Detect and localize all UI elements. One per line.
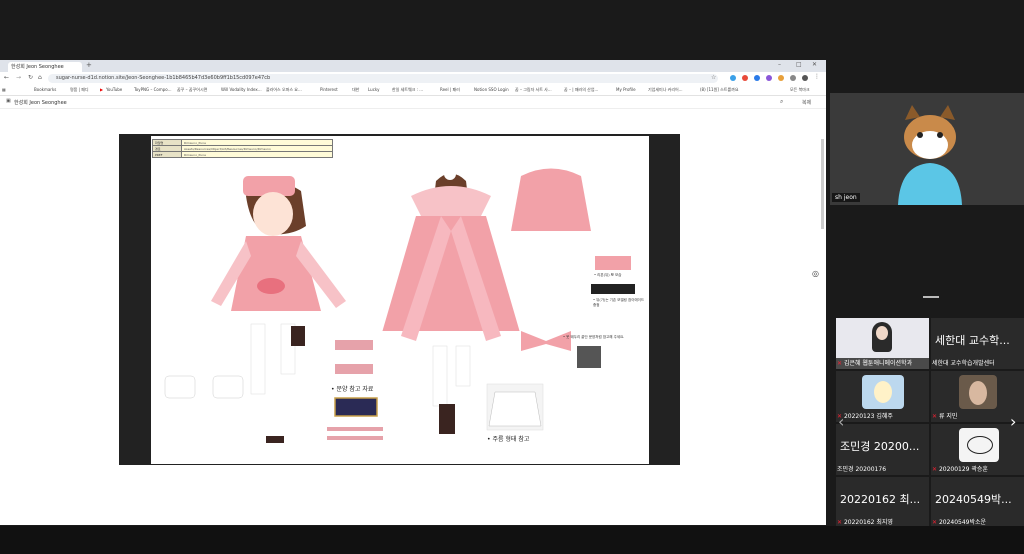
participant-grid: ✕ 김은혜 웹툰애니메이션학과 세한대 교수학... 세한대 교수학습개발센터 …	[836, 318, 1024, 530]
bookmark-item[interactable]: Lucky	[368, 86, 379, 94]
self-video-tile[interactable]: sh jeon	[830, 93, 1024, 205]
back-icon[interactable]: ←	[4, 74, 9, 81]
participant-name: ✕ 20240549박소운	[932, 519, 987, 526]
participant-name: ✕ 20220123 김혜주	[837, 413, 893, 420]
url-bar[interactable]: sugar-nurse-d1d.notion.site/Jeon-Seonghe…	[48, 74, 718, 83]
mic-muted-icon: ✕	[932, 519, 939, 526]
participant-name: 조민경 20200176	[837, 466, 887, 473]
taskbar	[0, 526, 1024, 554]
notion-page-bar: ▣ 한성희 Jeon Seonghee ⌕ 복제	[0, 96, 826, 109]
reload-icon[interactable]: ↻	[28, 74, 33, 81]
bookmark-item[interactable]: Reel | 패러	[440, 86, 460, 94]
bookmark-item[interactable]: YouTube	[106, 86, 122, 94]
bookmark-item[interactable]: ToyPNG – Compo...	[134, 86, 172, 94]
bookmark-item[interactable]: Will Vodality Index...	[221, 86, 262, 94]
mic-muted-icon: ✕	[932, 466, 939, 473]
profile-avatar[interactable]	[802, 75, 808, 81]
extension-icon[interactable]	[730, 75, 736, 81]
participant-tile[interactable]: 20220162 최... ✕ 20220162 최지영	[836, 477, 929, 528]
youtube-icon: ▶	[100, 87, 104, 92]
participant-display: 20220162 최...	[840, 493, 921, 506]
participant-name: ✕ 20220162 최지영	[837, 519, 893, 526]
prev-page-arrow-icon[interactable]: ‹	[838, 412, 844, 431]
next-page-arrow-icon[interactable]: ›	[1010, 412, 1016, 431]
bunny-avatar-icon	[874, 381, 892, 403]
mic-muted-icon: ✕	[837, 519, 844, 526]
tab-active[interactable]: 한성희 Jeon Seonghee	[8, 62, 82, 72]
minimize-icon[interactable]: –	[778, 61, 781, 68]
tab-title: 한성희 Jeon Seonghee	[11, 64, 64, 70]
image-viewer: ◎ 파일명 Rimsuno_Pune 경로 Assets/Resources/Obj…	[0, 109, 826, 525]
bookmark-item[interactable]: My Profile	[616, 86, 636, 94]
menu-kebab-icon[interactable]: ⋮	[814, 73, 820, 80]
extension-icon[interactable]	[742, 75, 748, 81]
extensions-puzzle-icon[interactable]	[790, 75, 796, 81]
apps-icon[interactable]: ▦	[2, 86, 6, 94]
extension-icon[interactable]	[778, 75, 784, 81]
participant-display: 조민경 20200...	[840, 440, 920, 453]
address-row: ← → ↻ ⌂ sugar-nurse-d1d.notion.site/Jeon…	[0, 72, 826, 85]
bookmark-item[interactable]: 명품 | 패디	[70, 86, 89, 94]
bookmark-item[interactable]: Notion SSO Login	[474, 86, 509, 94]
participant-tile[interactable]: ✕ 20200129 곽승훈	[931, 424, 1024, 475]
bookmark-item[interactable]: 꿈 – 그림자 서트 사...	[515, 86, 552, 94]
url-text: sugar-nurse-d1d.notion.site/Jeon-Seonghe…	[56, 75, 271, 81]
maximize-icon[interactable]: □	[796, 61, 802, 68]
search-icon[interactable]: ⌕	[780, 98, 783, 106]
concept-art-image: 파일명 Rimsuno_Pune 경로 Assets/Resources/Objec…	[119, 134, 680, 465]
participant-face	[969, 381, 987, 405]
participant-tile[interactable]: ✕ 20220123 김혜주	[836, 371, 929, 422]
bookmark-item[interactable]: 꿈꾸 – 꿈꾸어시면	[177, 86, 207, 94]
participant-name: 세한대 교수학습개발센터	[932, 360, 995, 367]
note-ribbon: • 리본(뒤) 뽀 모습	[594, 273, 622, 277]
character-sheet: 파일명 Rimsuno_Pune 경로 Assets/Resources/Objec…	[151, 136, 649, 464]
page-icon: ▣	[6, 98, 11, 104]
browser-window: 한성희 Jeon Seonghee + – □ ✕ ← → ↻ ⌂ sugar-…	[0, 60, 826, 525]
page-title[interactable]: 한성희 Jeon Seonghee	[14, 99, 67, 106]
participant-tile[interactable]: 세한대 교수학... 세한대 교수학습개발센터	[931, 318, 1024, 369]
mic-muted-icon: ✕	[932, 413, 939, 420]
extension-icon[interactable]	[754, 75, 760, 81]
bookmark-item[interactable]: 대한	[352, 86, 359, 94]
bookmark-item[interactable]: 기업세미나 커리어...	[648, 86, 683, 94]
participant-display: 세한대 교수학...	[935, 334, 1010, 347]
participant-name: ✕ 20200129 곽승훈	[932, 466, 988, 473]
participant-display: 20240549박...	[935, 493, 1012, 506]
extension-icon[interactable]	[766, 75, 772, 81]
bookmark-item[interactable]: 한일 세트웨크 : ...	[392, 86, 423, 94]
note-hem: • 옷 돼두리 끝단 문양처럼 참고해 주세요.	[563, 335, 625, 339]
scrollbar[interactable]	[821, 139, 824, 229]
home-icon[interactable]: ⌂	[38, 74, 42, 81]
note-pattern-reference: • 문양 참고 자료	[331, 386, 374, 393]
bookmarks-bar: ▦ Bookmarks 명품 | 패디 ▶ YouTube ToyPNG – C…	[0, 85, 826, 96]
panel-divider-handle[interactable]	[923, 296, 939, 298]
self-name-label: sh jeon	[832, 193, 860, 202]
mic-muted-icon: ✕	[837, 360, 844, 367]
character-illustration	[164, 164, 635, 446]
new-tab-icon[interactable]: +	[86, 61, 92, 69]
bookmark-item[interactable]: 플라어스 오퍼스 요...	[266, 86, 302, 94]
note-back: • 뒤(가)는 기존 모델링 참이에이드 중점	[593, 298, 645, 307]
comment-icon[interactable]: ◎	[812, 269, 819, 278]
close-icon[interactable]: ✕	[812, 61, 817, 68]
participant-tile[interactable]: 20240549박... ✕ 20240549박소운	[931, 477, 1024, 528]
bookmark-star-icon[interactable]: ☆	[711, 74, 716, 81]
forward-icon[interactable]: →	[16, 74, 21, 81]
bookmark-item[interactable]: 꿈 – | 패러의 산업...	[564, 86, 598, 94]
tab-bar: 한성희 Jeon Seonghee + – □ ✕	[0, 60, 826, 72]
bookmark-item[interactable]: Pinterest	[320, 86, 338, 94]
participant-name: ✕ 김은혜 웹툰애니메이션학과	[837, 360, 913, 367]
avatar-cat-illustration	[898, 105, 962, 205]
bookmark-item[interactable]: (8) [11원] 스트를까요	[700, 86, 739, 94]
note-pleat-reference: • 주름 형태 참고	[487, 436, 530, 443]
duplicate-button[interactable]: 복제	[802, 99, 811, 106]
participant-name: ✕ 류 지민	[932, 413, 958, 420]
participant-face	[876, 326, 888, 340]
all-bookmarks[interactable]: 모든 북마크	[790, 86, 810, 94]
bookmark-item[interactable]: Bookmarks	[34, 86, 56, 94]
participant-tile[interactable]: ✕ 김은혜 웹툰애니메이션학과	[836, 318, 929, 369]
cat-doodle-avatar-icon	[967, 436, 993, 454]
participant-tile[interactable]: 조민경 20200... 조민경 20200176	[836, 424, 929, 475]
